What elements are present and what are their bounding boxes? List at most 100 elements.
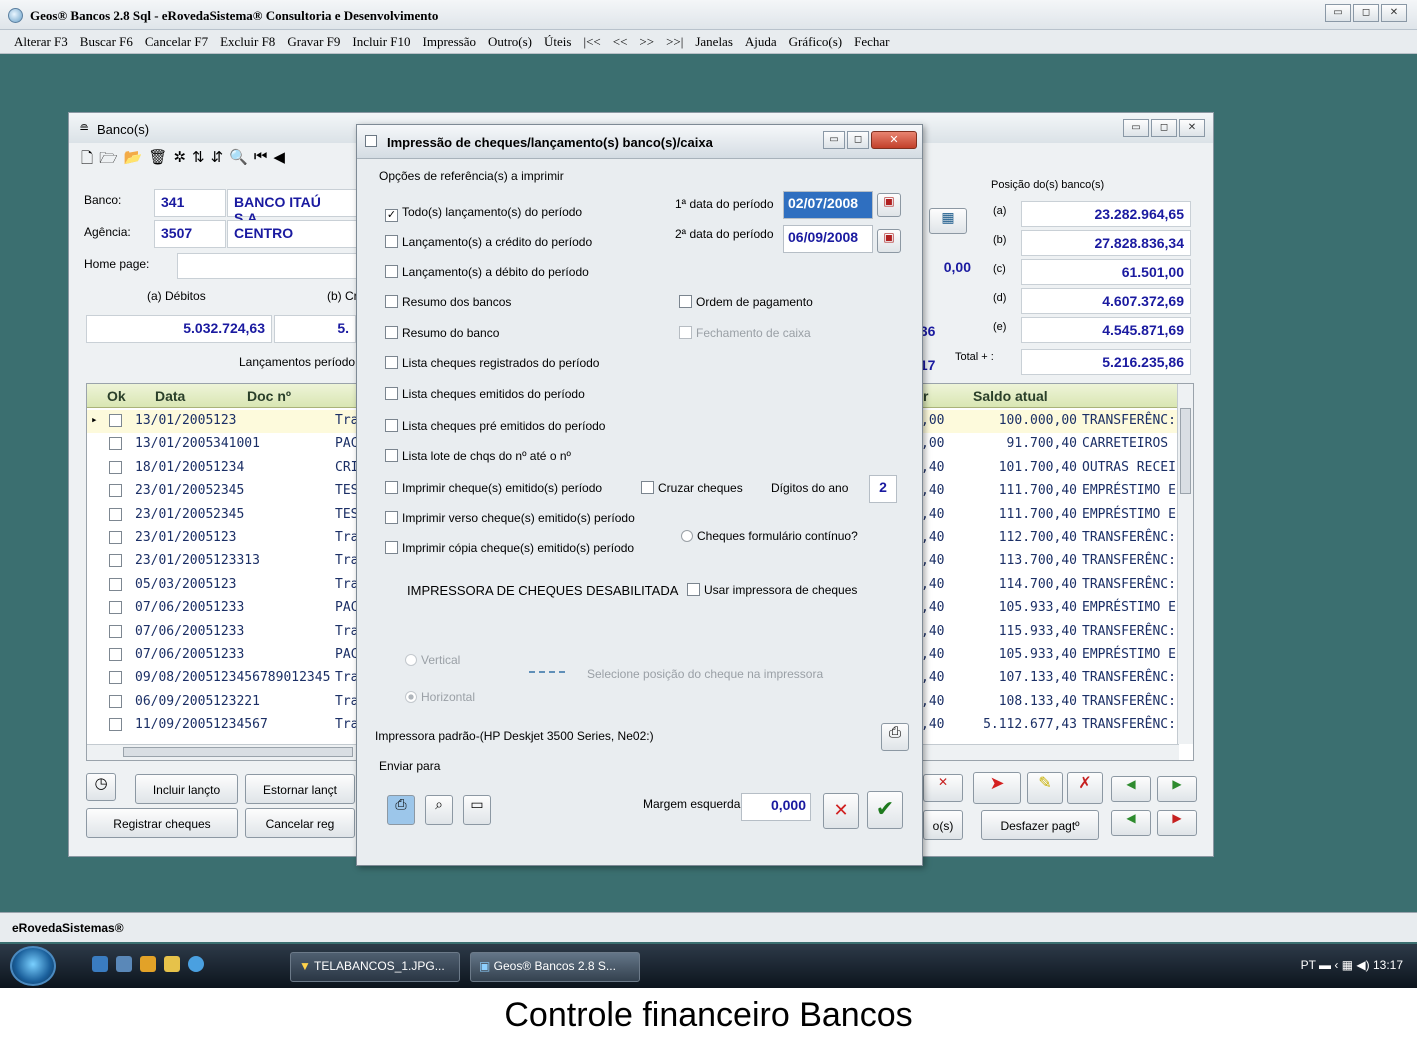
banco-number-field[interactable]: 341	[154, 189, 226, 217]
taskbar-item-geos[interactable]: ▣ Geos® Bancos 2.8 S...	[470, 952, 640, 982]
row-ok-checkbox[interactable]	[109, 437, 122, 451]
media-player-icon[interactable]	[140, 956, 156, 972]
option-checkbox-10[interactable]: Imprimir verso cheque(s) emitido(s) perí…	[385, 511, 635, 525]
checkbox-box[interactable]	[385, 449, 398, 462]
row-ok-checkbox[interactable]	[109, 718, 122, 732]
search-icon[interactable]: 🔍	[229, 148, 248, 173]
minimize-button[interactable]: ▭	[1325, 4, 1351, 22]
incluir-lancamento-button[interactable]: Incluir lançto	[135, 774, 238, 804]
menu-item-8[interactable]: Úteis	[544, 34, 571, 50]
option-checkbox-8[interactable]: Lista lote de chqs do nº até o nº	[385, 449, 571, 463]
option-checkbox-0[interactable]: ✓ Todo(s) lançamento(s) do período	[385, 205, 582, 222]
row-ok-checkbox[interactable]	[109, 601, 122, 615]
agencia-name-field[interactable]: CENTRO	[227, 220, 357, 248]
hand-payment-button[interactable]: ➤	[973, 772, 1021, 804]
registrar-cheques-button[interactable]: Registrar cheques	[86, 808, 238, 838]
row-ok-checkbox[interactable]	[109, 554, 122, 568]
option-checkbox-4[interactable]: Resumo do banco	[385, 326, 499, 340]
calculator-button[interactable]: ▦	[929, 208, 967, 234]
banco-close-button[interactable]: ✕	[1179, 119, 1205, 137]
col-doc[interactable]: Doc nº	[247, 388, 291, 404]
dialog-minimize-button[interactable]: ▭	[823, 131, 845, 149]
col-data[interactable]: Data	[155, 388, 185, 404]
row-ok-checkbox[interactable]	[109, 648, 122, 661]
col-ok[interactable]: Ok	[107, 388, 126, 404]
language-indicator[interactable]: PT	[1301, 958, 1316, 972]
maximize-button[interactable]: ◻	[1353, 4, 1379, 22]
printer-setup-button[interactable]: ⎙	[881, 723, 909, 751]
os-button[interactable]: o(s)	[923, 810, 963, 840]
menu-item-3[interactable]: Excluir F8	[220, 34, 275, 50]
menu-item-4[interactable]: Gravar F9	[287, 34, 340, 50]
internet-explorer-icon[interactable]	[188, 956, 204, 972]
horizontal-radio[interactable]: Horizontal	[405, 690, 475, 704]
menu-item-12[interactable]: >>|	[666, 34, 683, 50]
row-ok-checkbox[interactable]	[109, 577, 122, 591]
send-screen-button[interactable]: ▭	[463, 795, 491, 825]
data2-field[interactable]: 06/09/2008	[783, 225, 873, 253]
homepage-field[interactable]	[177, 253, 357, 279]
cancelar-registro-button[interactable]: Cancelar reg	[245, 808, 355, 838]
send-printer-button[interactable]: ⎙	[387, 795, 415, 825]
delete-icon[interactable]: 🗑	[148, 148, 167, 173]
folder-quick-icon[interactable]	[164, 956, 180, 972]
data2-calendar-button[interactable]: ▣	[877, 229, 901, 253]
ordem-pagamento-checkbox[interactable]: Ordem de pagamento	[679, 295, 813, 309]
checkbox-box[interactable]	[385, 326, 398, 339]
menu-item-10[interactable]: <<	[613, 34, 628, 50]
menu-item-15[interactable]: Gráfico(s)	[789, 34, 842, 50]
option-checkbox-1[interactable]: Lançamento(s) a crédito do período	[385, 235, 592, 249]
col-valor[interactable]: r	[923, 388, 928, 404]
col-saldo[interactable]: Saldo atual	[973, 388, 1048, 404]
keyboard-icon[interactable]: ▬	[1319, 958, 1334, 972]
open-icon[interactable]: 🗁	[99, 148, 118, 173]
menu-item-2[interactable]: Cancelar F7	[145, 34, 208, 50]
new-document-icon[interactable]: 🗋	[81, 148, 93, 173]
checkbox-box[interactable]	[385, 356, 398, 369]
first-record-icon[interactable]: ⏮	[254, 148, 268, 173]
option-checkbox-11[interactable]: Imprimir cópia cheque(s) emitido(s) perí…	[385, 541, 634, 555]
option-checkbox-6[interactable]: Lista cheques emitidos do período	[385, 387, 585, 401]
prev-button-2[interactable]: ◀	[1111, 810, 1151, 836]
banco-minimize-button[interactable]: ▭	[1123, 119, 1149, 137]
previous-record-icon[interactable]: ◀	[273, 148, 285, 173]
next-button[interactable]: ▶	[1157, 776, 1197, 802]
switch-windows-icon[interactable]	[116, 956, 132, 972]
row-ok-checkbox[interactable]	[109, 507, 122, 521]
next-button-2[interactable]: ▶	[1157, 810, 1197, 836]
menu-item-5[interactable]: Incluir F10	[352, 34, 410, 50]
checkbox-box[interactable]	[385, 295, 398, 308]
row-ok-checkbox[interactable]	[109, 624, 122, 638]
hscroll-thumb[interactable]	[123, 747, 353, 757]
usar-impressora-checkbox[interactable]: Usar impressora de cheques	[687, 583, 857, 597]
row-ok-checkbox[interactable]	[109, 484, 122, 498]
checkbox-box[interactable]	[385, 481, 398, 494]
banco-name-field[interactable]: BANCO ITAÚ S.A.	[227, 189, 357, 226]
vertical-radio[interactable]: Vertical	[405, 653, 460, 667]
taskbar-item-image[interactable]: ▼ TELABANCOS_1.JPG...	[290, 952, 460, 982]
start-button[interactable]	[10, 946, 56, 986]
dialog-cancel-button[interactable]: ✕	[823, 793, 859, 829]
cruzar-cheques-checkbox[interactable]: Cruzar cheques	[641, 481, 743, 495]
option-checkbox-3[interactable]: Resumo dos bancos	[385, 295, 511, 309]
desfazer-pagamento-button[interactable]: Desfazer pagtº	[981, 810, 1099, 840]
clock-button[interactable]: ◷	[86, 773, 116, 801]
margem-esquerda-field[interactable]: 0,000	[741, 793, 811, 821]
estornar-lancamento-button[interactable]: Estornar lançt	[245, 774, 355, 804]
menu-item-16[interactable]: Fechar	[854, 34, 889, 50]
menu-item-14[interactable]: Ajuda	[745, 34, 777, 50]
data1-calendar-button[interactable]: ▣	[877, 193, 901, 217]
menu-item-6[interactable]: Impressão	[423, 34, 476, 50]
row-ok-checkbox[interactable]	[109, 694, 122, 708]
option-checkbox-7[interactable]: Lista cheques pré emitidos do período	[385, 419, 605, 433]
banco-maximize-button[interactable]: ◻	[1151, 119, 1177, 137]
menu-item-9[interactable]: |<<	[583, 34, 600, 50]
row-ok-checkbox[interactable]	[109, 531, 122, 544]
digitos-ano-field[interactable]: 2	[869, 475, 897, 503]
tray-expand-icon[interactable]: ‹	[1334, 958, 1341, 972]
checkbox-box[interactable]	[385, 511, 398, 524]
row-ok-checkbox[interactable]	[109, 414, 122, 427]
option-checkbox-2[interactable]: Lançamento(s) a débito do período	[385, 265, 589, 279]
unmark-button[interactable]: ✗	[1067, 772, 1103, 804]
prev-button[interactable]: ◀	[1111, 776, 1151, 802]
